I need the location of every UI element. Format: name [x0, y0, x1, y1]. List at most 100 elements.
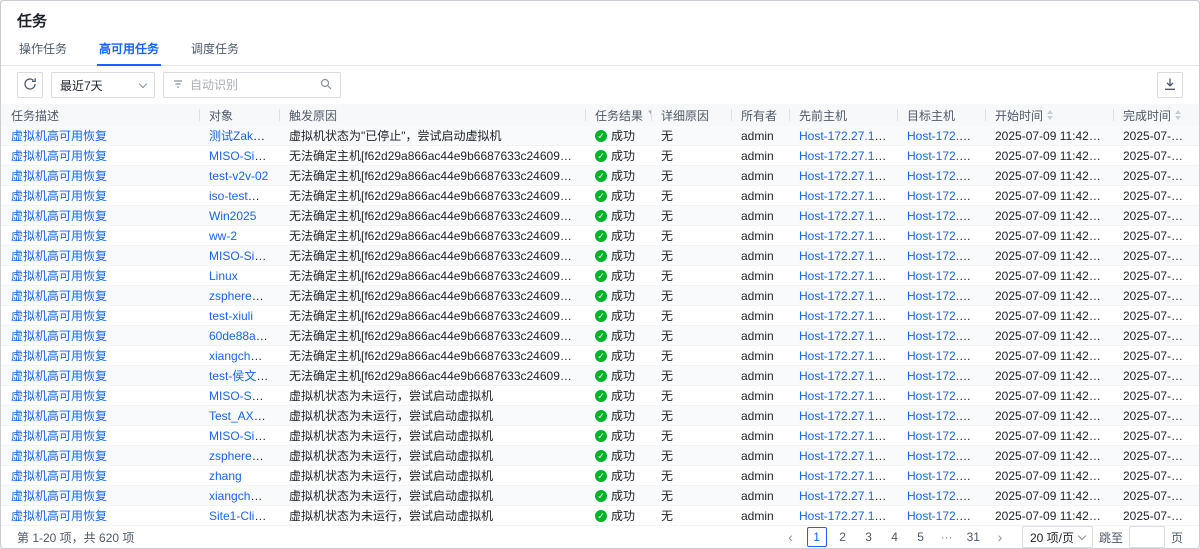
target-host-link[interactable]: Host-172.27...	[907, 229, 982, 243]
task-description-link[interactable]: 虚拟机高可用恢复	[11, 309, 107, 323]
task-description-link[interactable]: 虚拟机高可用恢复	[11, 389, 107, 403]
task-description-link[interactable]: 虚拟机高可用恢复	[11, 349, 107, 363]
previous-host-link[interactable]: Host-172.27.1.30	[799, 169, 891, 183]
col-end-time[interactable]: 完成时间	[1113, 104, 1199, 126]
sort-icon[interactable]	[1175, 110, 1181, 120]
target-host-link[interactable]: Host-172.27...	[907, 329, 982, 343]
tab-scheduled-tasks[interactable]: 调度任务	[189, 40, 241, 65]
target-host-link[interactable]: Host-172.27...	[907, 449, 982, 463]
previous-host-link[interactable]: Host-172.27.1.30	[799, 269, 891, 283]
previous-host-link[interactable]: Host-172.27.1.32	[799, 489, 891, 503]
date-range-select[interactable]: 最近7天	[51, 72, 155, 98]
previous-host-link[interactable]: Host-172.27.1.30	[799, 149, 891, 163]
object-link[interactable]: Test_AX_Na...	[209, 409, 279, 423]
search-icon[interactable]	[320, 78, 332, 93]
target-host-link[interactable]: Host-172.27...	[907, 209, 982, 223]
tab-ha-tasks[interactable]: 高可用任务	[97, 40, 161, 65]
object-link[interactable]: MISO-Site2...	[209, 429, 279, 443]
prev-page-button[interactable]: ‹	[781, 527, 801, 547]
object-link[interactable]: 测试Zaku集...	[209, 129, 279, 143]
sort-icon[interactable]	[1047, 110, 1053, 120]
target-host-link[interactable]: Host-172.27...	[907, 409, 982, 423]
previous-host-link[interactable]: Host-172.27.1.32	[799, 469, 891, 483]
target-host-link[interactable]: Host-172.27...	[907, 129, 982, 143]
task-description-link[interactable]: 虚拟机高可用恢复	[11, 369, 107, 383]
next-page-button[interactable]: ›	[990, 527, 1010, 547]
target-host-link[interactable]: Host-172.27...	[907, 349, 982, 363]
task-description-link[interactable]: 虚拟机高可用恢复	[11, 249, 107, 263]
object-link[interactable]: ww-2	[209, 229, 237, 243]
object-link[interactable]: iso-test可删	[209, 189, 272, 203]
previous-host-link[interactable]: Host-172.27.1.30	[799, 229, 891, 243]
task-description-link[interactable]: 虚拟机高可用恢复	[11, 189, 107, 203]
object-link[interactable]: Site1-Client1	[209, 509, 278, 523]
previous-host-link[interactable]: Host-172.27.1.30	[799, 329, 891, 343]
object-link[interactable]: MISO-Serve...	[209, 389, 279, 403]
page-number-button[interactable]: 4	[885, 527, 905, 547]
target-host-link[interactable]: Host-172.27...	[907, 269, 982, 283]
previous-host-link[interactable]: Host-172.27.1.32	[799, 429, 891, 443]
target-host-link[interactable]: Host-172.27...	[907, 189, 982, 203]
task-description-link[interactable]: 虚拟机高可用恢复	[11, 509, 107, 523]
object-link[interactable]: MISO-Site1...	[209, 249, 279, 263]
object-link[interactable]: zspheremim...	[209, 449, 279, 463]
previous-host-link[interactable]: Host-172.27.1.30	[799, 289, 891, 303]
page-number-button[interactable]: 1	[807, 527, 827, 547]
object-link[interactable]: zspheremim...	[209, 289, 279, 303]
task-description-link[interactable]: 虚拟机高可用恢复	[11, 289, 107, 303]
task-description-link[interactable]: 虚拟机高可用恢复	[11, 409, 107, 423]
page-number-button[interactable]: 31	[963, 527, 984, 547]
object-link[interactable]: xiangcheng...	[209, 489, 279, 503]
page-number-button[interactable]: ···	[937, 527, 957, 547]
page-number-button[interactable]: 3	[859, 527, 879, 547]
task-description-link[interactable]: 虚拟机高可用恢复	[11, 449, 107, 463]
object-link[interactable]: test-侯文静-...	[209, 369, 279, 383]
task-description-link[interactable]: 虚拟机高可用恢复	[11, 269, 107, 283]
previous-host-link[interactable]: Host-172.27.1.30	[799, 209, 891, 223]
object-link[interactable]: test-v2v-02	[209, 169, 268, 183]
previous-host-link[interactable]: Host-172.27.1.30	[799, 349, 891, 363]
target-host-link[interactable]: Host-172.27...	[907, 149, 982, 163]
col-start-time[interactable]: 开始时间	[985, 104, 1113, 126]
page-size-select[interactable]: 20 项/页	[1022, 526, 1093, 548]
target-host-link[interactable]: Host-172.27...	[907, 309, 982, 323]
previous-host-link[interactable]: Host-172.27.1.32	[799, 409, 891, 423]
object-link[interactable]: Win2025	[209, 209, 256, 223]
search-input[interactable]	[190, 78, 314, 92]
previous-host-link[interactable]: Host-172.27.1.32	[799, 509, 891, 523]
refresh-button[interactable]	[17, 72, 43, 98]
page-number-button[interactable]: 2	[833, 527, 853, 547]
previous-host-link[interactable]: Host-172.27.1.30	[799, 189, 891, 203]
previous-host-link[interactable]: Host-172.27.1.30	[799, 129, 891, 143]
target-host-link[interactable]: Host-172.27...	[907, 289, 982, 303]
task-description-link[interactable]: 虚拟机高可用恢复	[11, 469, 107, 483]
target-host-link[interactable]: Host-172.27...	[907, 169, 982, 183]
task-description-link[interactable]: 虚拟机高可用恢复	[11, 329, 107, 343]
previous-host-link[interactable]: Host-172.27.1.30	[799, 309, 891, 323]
previous-host-link[interactable]: Host-172.27.1.32	[799, 449, 891, 463]
object-link[interactable]: xiangcheng...	[209, 349, 279, 363]
target-host-link[interactable]: Host-172.27...	[907, 389, 982, 403]
target-host-link[interactable]: Host-172.27...	[907, 249, 982, 263]
previous-host-link[interactable]: Host-172.27.1.30	[799, 249, 891, 263]
task-description-link[interactable]: 虚拟机高可用恢复	[11, 129, 107, 143]
previous-host-link[interactable]: Host-172.27.1.30	[799, 369, 891, 383]
task-description-link[interactable]: 虚拟机高可用恢复	[11, 229, 107, 243]
page-number-button[interactable]: 5	[911, 527, 931, 547]
target-host-link[interactable]: Host-172.27...	[907, 469, 982, 483]
previous-host-link[interactable]: Host-172.27.1.32	[799, 389, 891, 403]
task-description-link[interactable]: 虚拟机高可用恢复	[11, 489, 107, 503]
tab-operation-tasks[interactable]: 操作任务	[17, 40, 69, 65]
target-host-link[interactable]: Host-172.27...	[907, 489, 982, 503]
jump-page-input[interactable]	[1129, 526, 1165, 548]
object-link[interactable]: zhang	[209, 469, 242, 483]
target-host-link[interactable]: Host-172.27...	[907, 429, 982, 443]
task-description-link[interactable]: 虚拟机高可用恢复	[11, 429, 107, 443]
object-link[interactable]: Linux	[209, 269, 238, 283]
object-link[interactable]: 60de88a14...	[209, 329, 279, 343]
object-link[interactable]: MISO-Site2...	[209, 149, 279, 163]
target-host-link[interactable]: Host-172.27...	[907, 369, 982, 383]
target-host-link[interactable]: Host-172.27...	[907, 509, 982, 523]
download-button[interactable]	[1157, 72, 1183, 98]
task-description-link[interactable]: 虚拟机高可用恢复	[11, 209, 107, 223]
